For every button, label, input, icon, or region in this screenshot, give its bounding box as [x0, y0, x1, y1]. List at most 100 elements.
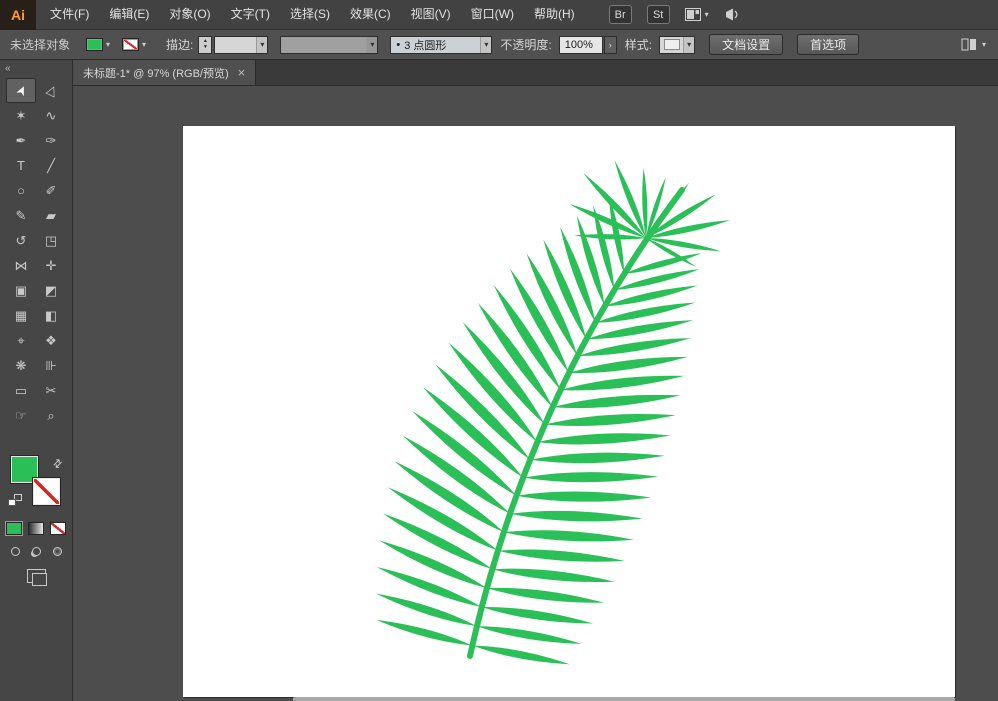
tools-grid: ➤▷✶ ∿ ✒✑T╱ ○ ✐ ✎ ▰ ↺ ◳ ⋈ ✛ ▣◩ ▦ ◧ ⌖ ❖ ❋⊪▭ ✂ ☞⌕: [0, 76, 72, 428]
type-tool[interactable]: T: [6, 153, 36, 178]
blend-tool[interactable]: ❖: [36, 328, 66, 353]
stepper-down-icon[interactable]: ▼: [203, 45, 208, 50]
document-tab[interactable]: 未标题-1* @ 97% (RGB/预览) ×: [73, 60, 256, 85]
document-setup-button[interactable]: 文档设置: [709, 34, 783, 55]
perspective-grid-tool[interactable]: ◩: [36, 278, 66, 303]
tab-close-icon[interactable]: ×: [238, 66, 246, 79]
blend-tool-icon: ❖: [45, 334, 57, 347]
brush-definition-dropdown[interactable]: • 3 点圆形 ▾: [390, 36, 492, 54]
menu-item[interactable]: 视图(V): [401, 0, 461, 29]
arrange-documents-dropdown[interactable]: ▾: [961, 38, 986, 51]
menu-item[interactable]: 选择(S): [280, 0, 340, 29]
main-menu: 文件(F)编辑(E)对象(O)文字(T)选择(S)效果(C)视图(V)窗口(W)…: [40, 0, 585, 29]
gradient-button[interactable]: [28, 522, 44, 535]
collapse-panel-icon[interactable]: «: [5, 63, 11, 74]
stroke-color-dropdown[interactable]: ▾: [122, 38, 146, 51]
mesh-tool-icon: ▦: [15, 309, 27, 322]
width-tool-icon: ⋈: [15, 259, 28, 272]
free-transform-tool-icon: ✛: [46, 259, 57, 272]
stroke-weight-label: 描边:: [166, 36, 193, 53]
rotate-tool-icon: ↺: [16, 234, 27, 247]
screen-mode-row: [0, 569, 72, 583]
chevron-down-icon: ▾: [480, 37, 491, 53]
chevron-down-icon: ▾: [683, 37, 694, 53]
chevron-down-icon: ▾: [142, 41, 146, 49]
pencil-tool[interactable]: ✎: [6, 203, 36, 228]
stroke-color-control[interactable]: [33, 478, 60, 505]
brush-name: 3 点圆形: [404, 37, 446, 53]
menu-item[interactable]: 编辑(E): [99, 0, 159, 29]
share-icon[interactable]: [724, 7, 741, 22]
shape-builder-tool[interactable]: ▣: [6, 278, 36, 303]
menu-item[interactable]: 对象(O): [159, 0, 220, 29]
pen-tool[interactable]: ✒: [6, 128, 36, 153]
hand-tool[interactable]: ☞: [6, 403, 36, 428]
preferences-button[interactable]: 首选项: [797, 34, 859, 55]
line-segment-tool[interactable]: ╱: [36, 153, 66, 178]
palm-leaf-artwork[interactable]: [183, 126, 955, 697]
slice-tool[interactable]: ✂: [36, 378, 66, 403]
chevron-down-icon: ▾: [366, 37, 377, 53]
swap-fill-stroke-icon[interactable]: ⇄: [50, 456, 66, 472]
draw-behind-button[interactable]: [28, 544, 44, 558]
width-tool[interactable]: ⋈: [6, 253, 36, 278]
free-transform-tool[interactable]: ✛: [36, 253, 66, 278]
eyedropper-tool[interactable]: ⌖: [6, 328, 36, 353]
default-fill-stroke-icon[interactable]: [8, 494, 22, 506]
ellipse-tool[interactable]: ○: [6, 178, 36, 203]
zoom-tool[interactable]: ⌕: [36, 403, 66, 428]
canvas[interactable]: [73, 86, 998, 701]
ellipse-tool-icon: ○: [17, 184, 25, 197]
selection-status: 未选择对象: [10, 36, 70, 53]
horizontal-scrollbar-thumb[interactable]: [293, 697, 955, 701]
draw-inside-button[interactable]: [49, 544, 65, 558]
curvature-tool[interactable]: ✑: [36, 128, 66, 153]
menu-item[interactable]: 帮助(H): [524, 0, 585, 29]
stroke-weight-dropdown[interactable]: ▾: [214, 36, 268, 54]
scale-tool-icon: ◳: [45, 234, 57, 247]
gradient-tool-icon: ◧: [45, 309, 57, 322]
artboard-tool[interactable]: ▭: [6, 378, 36, 403]
eyedropper-tool-icon: ⌖: [17, 334, 24, 347]
width-profile-dropdown[interactable]: ▾: [280, 36, 378, 54]
stroke-weight-stepper[interactable]: ▲ ▼: [198, 36, 212, 54]
menu-bar: Ai 文件(F)编辑(E)对象(O)文字(T)选择(S)效果(C)视图(V)窗口…: [0, 0, 998, 30]
paintbrush-tool-icon: ✐: [46, 184, 57, 197]
rotate-tool[interactable]: ↺: [6, 228, 36, 253]
chevron-down-icon: ▾: [106, 41, 110, 49]
menu-item[interactable]: 窗口(W): [461, 0, 524, 29]
selection-tool[interactable]: ➤: [6, 78, 36, 103]
menubar-right-icons: Br St ▾: [609, 5, 741, 24]
eraser-tool-icon: ▰: [46, 209, 56, 222]
color-button[interactable]: [6, 522, 22, 535]
workspace-switcher[interactable]: ▾: [685, 8, 709, 21]
paintbrush-tool[interactable]: ✐: [36, 178, 66, 203]
scale-tool[interactable]: ◳: [36, 228, 66, 253]
none-button[interactable]: [50, 522, 66, 535]
draw-normal-button[interactable]: [7, 544, 23, 558]
opacity-field[interactable]: 100%: [559, 36, 603, 54]
menu-item[interactable]: 效果(C): [340, 0, 401, 29]
artboard[interactable]: [183, 126, 955, 697]
fill-color-dropdown[interactable]: ▾: [86, 38, 110, 51]
menu-item[interactable]: 文件(F): [40, 0, 99, 29]
magic-wand-tool[interactable]: ✶: [6, 103, 36, 128]
bridge-icon[interactable]: Br: [609, 5, 632, 24]
opacity-spinner[interactable]: ›: [604, 36, 617, 54]
lasso-tool-icon: ∿: [46, 109, 57, 122]
direct-selection-tool[interactable]: ▷: [36, 78, 66, 103]
symbol-sprayer-tool[interactable]: ❋: [6, 353, 36, 378]
gradient-tool[interactable]: ◧: [36, 303, 66, 328]
stock-icon[interactable]: St: [647, 5, 670, 24]
chevron-down-icon: ▾: [256, 37, 267, 53]
screen-mode-button[interactable]: [27, 569, 46, 583]
eraser-tool[interactable]: ▰: [36, 203, 66, 228]
style-dropdown[interactable]: ▾: [659, 36, 695, 54]
menu-item[interactable]: 文字(T): [221, 0, 280, 29]
slice-tool-icon: ✂: [46, 384, 57, 397]
column-graph-tool[interactable]: ⊪: [36, 353, 66, 378]
lasso-tool[interactable]: ∿: [36, 103, 66, 128]
app-logo[interactable]: Ai: [0, 0, 36, 30]
brush-definition-value: • 3 点圆形: [391, 37, 446, 53]
mesh-tool[interactable]: ▦: [6, 303, 36, 328]
